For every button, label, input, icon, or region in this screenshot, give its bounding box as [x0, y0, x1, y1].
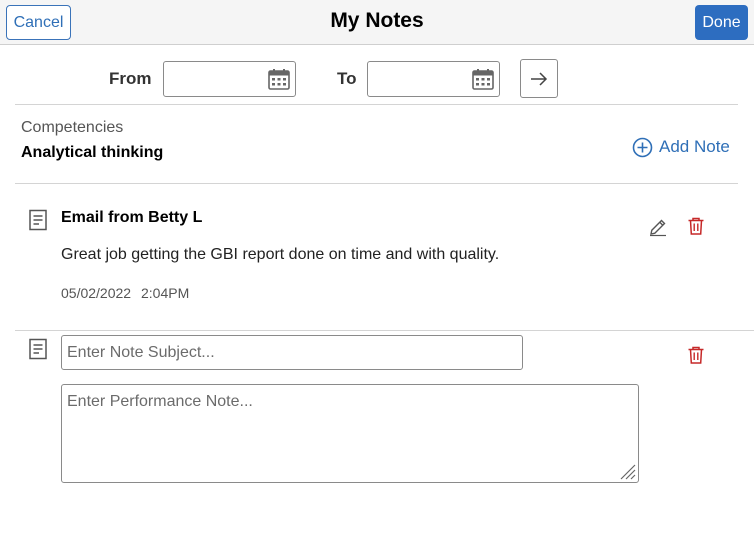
trash-icon[interactable] [686, 216, 706, 236]
go-button[interactable] [520, 59, 558, 98]
page-title: My Notes [330, 9, 424, 32]
performance-note-textarea[interactable] [61, 384, 639, 483]
done-button[interactable]: Done [695, 5, 748, 40]
note-subject: Email from Betty L [61, 209, 203, 226]
divider [15, 330, 754, 331]
divider [15, 183, 738, 184]
from-label: From [109, 69, 152, 88]
to-label: To [337, 69, 357, 88]
trash-icon[interactable] [686, 345, 706, 365]
competency-value: Analytical thinking [21, 144, 164, 161]
plus-circle-icon [632, 137, 653, 157]
note-document-icon [29, 209, 47, 231]
from-date-input[interactable] [168, 66, 264, 92]
calendar-icon[interactable] [471, 67, 495, 91]
from-date-field [163, 61, 296, 97]
to-date-field [367, 61, 500, 97]
divider [15, 104, 738, 105]
add-note-label: Add Note [659, 137, 730, 156]
note-time: 2:04PM [141, 285, 190, 301]
arrow-right-icon [531, 71, 548, 86]
to-date-input[interactable] [372, 66, 468, 92]
pencil-icon[interactable] [648, 217, 668, 237]
note-date: 05/02/2022 [61, 285, 132, 301]
competency-label: Competencies [21, 119, 124, 136]
header-bar: Cancel My Notes Done [0, 0, 754, 45]
calendar-icon[interactable] [267, 67, 291, 91]
note-document-icon [29, 338, 47, 360]
note-body: Great job getting the GBI report done on… [61, 246, 500, 263]
resize-handle-icon[interactable] [618, 462, 636, 480]
note-subject-input[interactable] [61, 335, 523, 370]
add-note-button[interactable]: Add Note [632, 135, 730, 159]
